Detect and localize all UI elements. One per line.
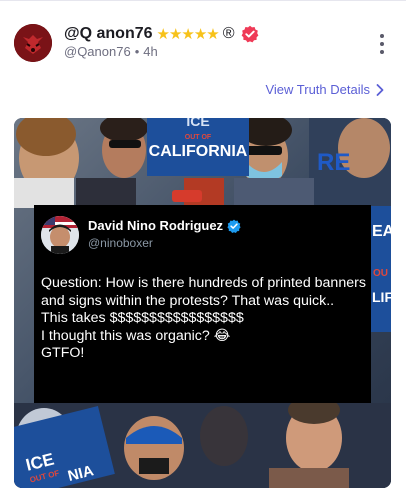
sign-right-ou: OU bbox=[373, 268, 388, 279]
tweet-author-handle: @ninoboxer bbox=[88, 236, 153, 250]
post-image[interactable]: ICE OUT OF CALIFORNIA RE EA OU LIF ICE O… bbox=[14, 118, 391, 488]
more-options-icon[interactable] bbox=[378, 34, 386, 54]
sign-outof-top: OUT OF bbox=[185, 134, 212, 141]
chevron-right-icon bbox=[376, 83, 384, 96]
display-name[interactable]: @Q anon76 bbox=[64, 25, 153, 43]
view-details-link[interactable]: View Truth Details bbox=[265, 82, 384, 97]
avatar[interactable] bbox=[14, 24, 52, 62]
tweet-line: GTFO! bbox=[41, 345, 85, 361]
divider bbox=[0, 0, 406, 4]
meta-separator: • bbox=[134, 44, 140, 59]
sign-ice-top: ICE bbox=[186, 118, 209, 129]
tweet-avatar bbox=[41, 216, 79, 254]
tweet-body: Question: How is there hundreds of print… bbox=[41, 275, 371, 363]
stars-icon: ★★★★★ bbox=[156, 26, 220, 43]
verified-badge-icon bbox=[241, 25, 259, 43]
sign-right-lif: LIF bbox=[372, 289, 391, 305]
post-card: @Q anon76 ★★★★★ ® @Qanon76 • 4h View Tru… bbox=[0, 0, 406, 500]
tweet-verified-icon bbox=[227, 219, 241, 233]
post-meta: @Qanon76 • 4h bbox=[64, 44, 158, 59]
display-name-row: @Q anon76 ★★★★★ ® bbox=[64, 24, 259, 44]
shirt-text: RE bbox=[317, 149, 350, 176]
tweet-author-row: David Nino Rodriguez bbox=[88, 218, 241, 233]
embedded-tweet: David Nino Rodriguez @ninoboxer Question… bbox=[34, 205, 371, 403]
handle[interactable]: @Qanon76 bbox=[64, 44, 131, 59]
tweet-line: This takes $$$$$$$$$$$$$$$$$ bbox=[41, 310, 244, 326]
tweet-line: I thought this was organic? 😂 bbox=[41, 327, 231, 344]
view-details-label: View Truth Details bbox=[265, 82, 370, 97]
sign-california-top: CALIFORNIA bbox=[149, 143, 248, 160]
registered-mark: ® bbox=[222, 25, 235, 42]
sign-right-ea: EA bbox=[372, 223, 391, 240]
tweet-author-name: David Nino Rodriguez bbox=[88, 218, 224, 233]
timestamp[interactable]: 4h bbox=[143, 44, 157, 59]
tweet-line: Question: How is there hundreds of print… bbox=[41, 275, 366, 309]
